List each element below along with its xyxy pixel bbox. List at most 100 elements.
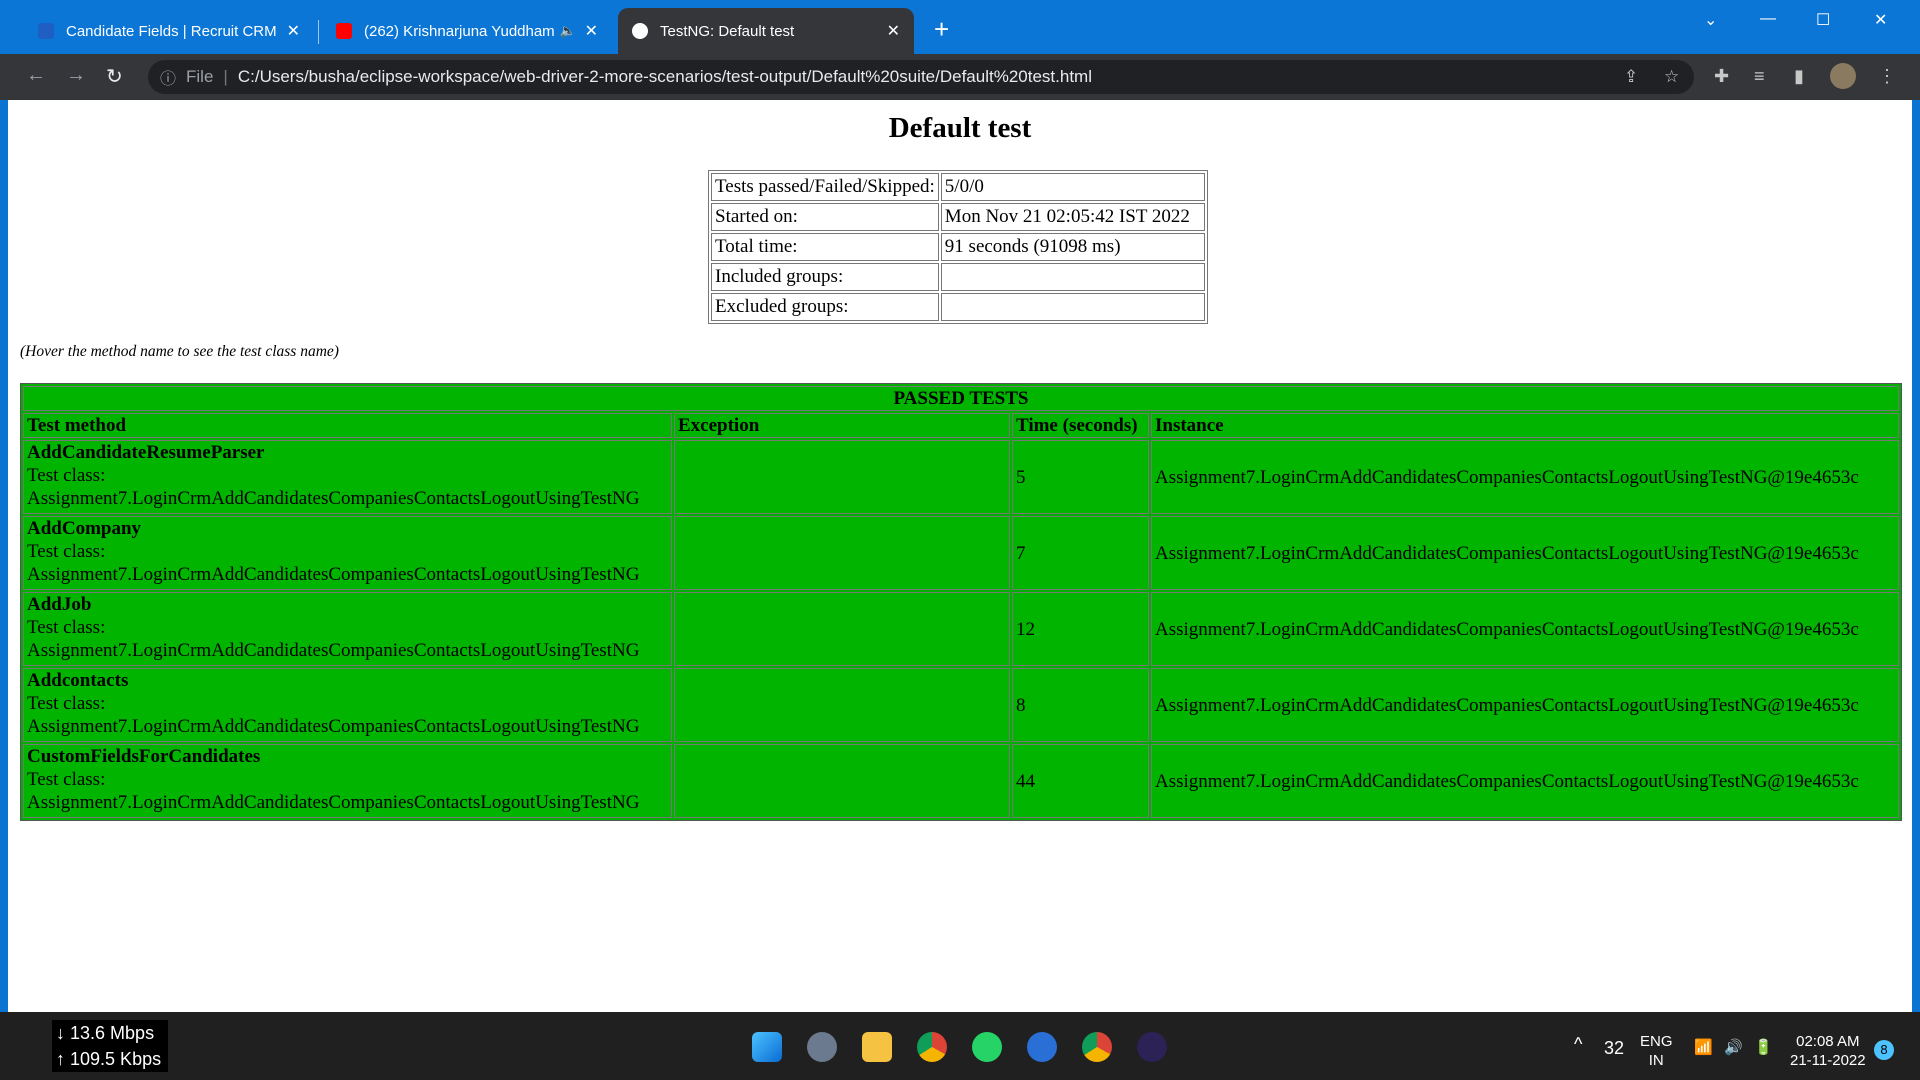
temperature: 32 — [1604, 1038, 1625, 1058]
minimize-button[interactable]: — — [1760, 10, 1776, 28]
time-cell: 7 — [1012, 516, 1149, 590]
time-cell: 44 — [1012, 744, 1149, 818]
close-window-button[interactable]: ✕ — [1874, 10, 1887, 30]
exception-cell — [674, 516, 1010, 590]
scheme-label: File — [186, 67, 214, 86]
summary-label: Started on: — [711, 203, 939, 231]
side-panel-icon[interactable]: ▮ — [1794, 66, 1804, 87]
page-title: Default test — [888, 112, 1032, 144]
col-header-test-method: Test method — [23, 413, 672, 438]
star-icon[interactable]: ☆ — [1664, 67, 1679, 87]
media-icon[interactable]: ≡ — [1754, 66, 1765, 87]
extensions-icon[interactable]: ✚ — [1714, 66, 1729, 87]
hover-note: (Hover the method name to see the test c… — [20, 343, 339, 360]
time-cell: 5 — [1012, 440, 1149, 514]
tab-recruit-crm[interactable]: Candidate Fields | Recruit CRM ✕ — [24, 8, 314, 54]
summary-row: Total time: 91 seconds (91098 ms) — [711, 233, 1205, 261]
summary-label: Excluded groups: — [711, 293, 939, 321]
tab-youtube[interactable]: (262) Krishnarjuna Yuddham 🔈 ✕ — [322, 8, 612, 54]
forward-icon[interactable]: → — [66, 64, 86, 87]
method-name[interactable]: Addcontacts — [27, 670, 128, 691]
url-text[interactable]: C:/Users/busha/eclipse-workspace/web-dri… — [238, 67, 1092, 87]
table-caption: PASSED TESTS — [23, 386, 1899, 411]
test-method-cell: Addcontacts Test class: Assignment7.LoginC… — [23, 668, 672, 742]
summary-label: Tests passed/Failed/Skipped: — [711, 173, 939, 201]
table-row: AddCompany Test class: Assignment7.LoginCr… — [23, 516, 1899, 590]
wifi-icon[interactable]: 📶 — [1694, 1038, 1713, 1056]
tray-overflow-icon[interactable]: ^ — [1574, 1034, 1582, 1055]
tab-title: Candidate Fields | Recruit CRM — [66, 22, 277, 40]
address-bar[interactable]: ⓘ File | C:/Users/busha/eclipse-workspac… — [148, 60, 1694, 94]
exception-cell — [674, 440, 1010, 514]
instance-cell: Assignment7.LoginCrmAddCandidatesCompani… — [1151, 668, 1899, 742]
globe-icon — [632, 23, 648, 39]
summary-value: 5/0/0 — [940, 173, 1205, 201]
file-explorer-icon[interactable] — [862, 1032, 892, 1062]
clock[interactable]: 02:08 AM 21-11-2022 — [1790, 1032, 1866, 1070]
maximize-button[interactable]: ☐ — [1816, 10, 1830, 30]
test-class-label: Test class: — [27, 693, 106, 714]
test-class-label: Test class: — [27, 465, 106, 486]
notification-badge[interactable]: 8 — [1874, 1040, 1894, 1060]
summary-value — [940, 293, 1205, 321]
battery-icon[interactable]: 🔋 — [1754, 1038, 1773, 1056]
net-down: 13.6 Mbps — [70, 1023, 155, 1043]
col-header-exception: Exception — [674, 413, 1010, 438]
test-class: Assignment7.LoginCrmAddCandidatesCompani… — [27, 564, 640, 585]
col-header-instance: Instance — [1151, 413, 1899, 438]
instance-cell: Assignment7.LoginCrmAddCandidatesCompani… — [1151, 516, 1899, 590]
settings-icon[interactable] — [807, 1032, 837, 1062]
reload-icon[interactable]: ↻ — [106, 64, 123, 89]
method-name[interactable]: CustomFieldsForCandidates — [27, 746, 260, 767]
volume-icon[interactable]: 🔊 — [1724, 1038, 1743, 1056]
whatsapp-icon[interactable] — [972, 1032, 1002, 1062]
start-icon[interactable] — [752, 1032, 782, 1062]
time-cell: 12 — [1012, 592, 1149, 666]
test-method-cell: AddCandidateResumeParser Test class: Assig… — [23, 440, 672, 514]
instance-cell: Assignment7.LoginCrmAddCandidatesCompani… — [1151, 592, 1899, 666]
summary-label: Included groups: — [711, 263, 939, 291]
tab-testng[interactable]: TestNG: Default test ✕ — [618, 8, 914, 54]
test-method-cell: AddJob Test class: Assignment7.LoginCrmAdd… — [23, 592, 672, 666]
summary-row: Included groups: — [711, 263, 1205, 291]
test-class: Assignment7.LoginCrmAddCandidatesCompani… — [27, 716, 640, 737]
avatar[interactable] — [1830, 63, 1856, 89]
instance-cell: Assignment7.LoginCrmAddCandidatesCompani… — [1151, 440, 1899, 514]
summary-row: Tests passed/Failed/Skipped: 5/0/0 — [711, 173, 1205, 201]
summary-value: 91 seconds (91098 ms) — [940, 233, 1205, 261]
audio-icon[interactable]: 🔈 — [560, 23, 576, 39]
page-content: Default test Tests passed/Failed/Skipped… — [8, 100, 1912, 1012]
back-icon[interactable]: ← — [26, 64, 46, 87]
close-tab-icon[interactable]: ✕ — [585, 21, 598, 41]
time-cell: 8 — [1012, 668, 1149, 742]
method-name[interactable]: AddJob — [27, 594, 91, 615]
youtube-icon — [336, 23, 352, 39]
test-class: Assignment7.LoginCrmAddCandidatesCompani… — [27, 640, 640, 661]
test-class-label: Test class: — [27, 617, 106, 638]
chrome-icon[interactable] — [917, 1032, 947, 1062]
exception-cell — [674, 744, 1010, 818]
test-class-label: Test class: — [27, 541, 106, 562]
share-icon[interactable]: ⇪ — [1624, 67, 1638, 87]
summary-row: Started on: Mon Nov 21 02:05:42 IST 2022 — [711, 203, 1205, 231]
language-indicator[interactable]: ENG IN — [1640, 1032, 1673, 1070]
tab-search-icon[interactable]: ⌄ — [1704, 10, 1717, 30]
menu-icon[interactable]: ⋮ — [1878, 66, 1896, 87]
method-name[interactable]: AddCompany — [27, 518, 141, 539]
eclipse-icon[interactable] — [1137, 1032, 1167, 1062]
summary-value — [940, 263, 1205, 291]
new-tab-button[interactable]: + — [934, 14, 949, 45]
method-name[interactable]: AddCandidateResumeParser — [27, 442, 265, 463]
table-row: AddCandidateResumeParser Test class: Assig… — [23, 440, 1899, 514]
close-tab-icon[interactable]: ✕ — [887, 21, 900, 41]
toolbar: ← → ↻ ⓘ File | C:/Users/busha/eclipse-wo… — [0, 54, 1920, 100]
close-tab-icon[interactable]: ✕ — [287, 21, 300, 41]
passed-tests-table: PASSED TESTS Test method Exception Time … — [20, 383, 1902, 821]
summary-row: Excluded groups: — [711, 293, 1205, 321]
info-icon[interactable]: ⓘ — [160, 65, 176, 89]
chrome-active-icon[interactable] — [1082, 1032, 1112, 1062]
table-row: Addcontacts Test class: Assignment7.LoginC… — [23, 668, 1899, 742]
app-icon[interactable] — [1027, 1032, 1057, 1062]
taskbar: ↓ 13.6 Mbps ↑ 109.5 Kbps ^ 32 ENG IN 📶 🔊 … — [0, 1012, 1920, 1080]
table-row: CustomFieldsForCandidates Test class: Assi… — [23, 744, 1899, 818]
